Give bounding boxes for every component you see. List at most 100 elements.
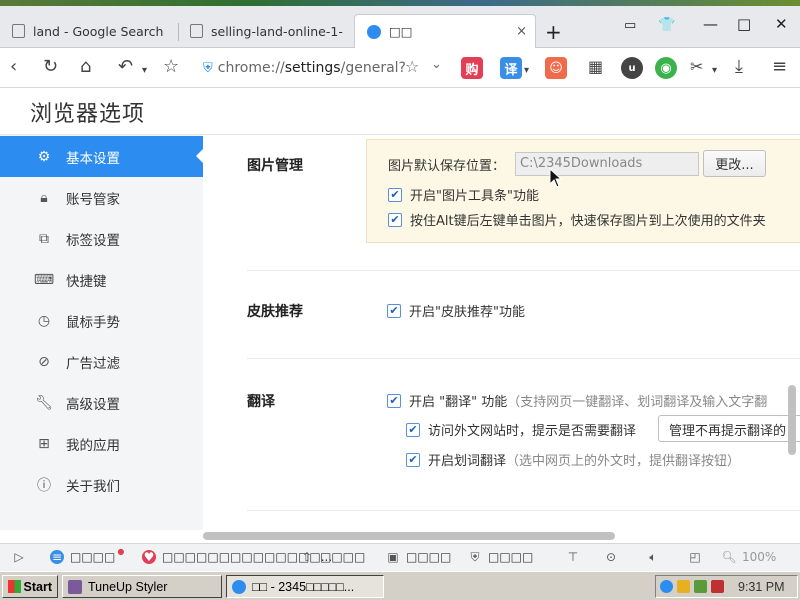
status-item[interactable]: ⛨ □□□□ xyxy=(468,549,533,565)
rocket-icon: ⇧ xyxy=(301,550,313,564)
close-tab-icon[interactable]: × xyxy=(516,24,527,39)
status-label: □□□□ xyxy=(70,550,116,564)
shield-tray-icon[interactable] xyxy=(711,580,724,593)
shirt-skin-icon[interactable]: 👕 xyxy=(658,17,675,33)
system-tray: 9:31 PM xyxy=(655,575,798,598)
sidebar-item-tabs[interactable]: ⧉ 标签设置 xyxy=(0,218,203,259)
info-icon: ⓘ xyxy=(37,477,51,494)
sidebar-item-account[interactable]: 🔒︎ 账号管家 xyxy=(0,177,203,218)
sidebar-item-mouse-gestures[interactable]: ◷ 鼠标手势 xyxy=(0,300,203,341)
manage-no-translate-button[interactable]: 管理不再提示翻译的 xyxy=(658,415,800,442)
zoom-control[interactable]: 🔍︎ 100% xyxy=(721,550,776,564)
scissors-icon[interactable]: ✂ xyxy=(690,57,703,77)
option-note: （支持网页一键翻译、划词翻译及输入文字翻 xyxy=(507,395,768,410)
start-button[interactable]: Start xyxy=(2,575,58,598)
skin-recommend-option[interactable]: ✔ 开启"皮肤推荐"功能 xyxy=(387,301,525,320)
checkbox[interactable]: ✔ xyxy=(406,452,420,467)
volume-icon[interactable]: 🔈︎ xyxy=(646,550,666,564)
horizontal-scrollbar[interactable] xyxy=(203,530,800,542)
status-item[interactable]: ≡ □□□□ ● xyxy=(50,546,125,564)
taskbar-app-tuneup[interactable]: TuneUp Styler xyxy=(62,575,222,598)
chevron-down-icon[interactable]: ⌄ xyxy=(431,57,442,72)
image-toolbar-option[interactable]: ✔ 开启"图片工具条"功能 xyxy=(388,185,539,204)
clock: 9:31 PM xyxy=(738,579,785,594)
chevron-down-icon[interactable]: ▾ xyxy=(712,61,717,81)
undo-icon[interactable]: ↶ xyxy=(118,57,133,77)
save-location-label: 图片默认保存位置： xyxy=(388,159,506,174)
mouse-icon: ◷ xyxy=(37,312,51,329)
sidebar-item-my-apps[interactable]: ⊞ 我的应用 xyxy=(0,423,203,464)
game-extension-icon[interactable]: ☺ xyxy=(545,57,567,79)
sidebar-item-ad-filter[interactable]: ⊘ 广告过滤 xyxy=(0,341,203,382)
checkbox[interactable]: ✔ xyxy=(388,212,402,227)
restore-tabs-icon[interactable]: ▭ xyxy=(624,18,636,33)
tab-google-search[interactable]: land - Google Search xyxy=(0,14,175,48)
sidebar-item-shortcuts[interactable]: ⌨ 快捷键 xyxy=(0,259,203,300)
download-icon[interactable]: ⤓ xyxy=(735,57,743,77)
sidebar-item-label: 鼠标手势 xyxy=(66,314,120,331)
status-item[interactable]: ⇧ □□□□ xyxy=(300,550,365,564)
star-icon[interactable]: ☆ xyxy=(163,57,179,77)
checkbox[interactable]: ✔ xyxy=(388,187,402,202)
reload-icon[interactable]: ↻ xyxy=(43,57,58,77)
change-path-button[interactable]: 更改... xyxy=(703,150,766,177)
apps-grid-icon[interactable]: ▦ xyxy=(588,57,603,77)
network-tray-icon[interactable] xyxy=(694,580,707,593)
sidebar-item-about[interactable]: ⓘ 关于我们 xyxy=(0,464,203,505)
window-icon[interactable]: ◰ xyxy=(688,550,708,564)
keyboard-icon: ⌨ xyxy=(33,271,55,288)
shopping-extension-icon[interactable]: 购 xyxy=(461,57,483,79)
divider xyxy=(247,270,800,271)
sidebar-toggle-icon[interactable]: ▷ xyxy=(12,550,32,564)
foreign-site-prompt-option[interactable]: ✔ 访问外文网站时，提示是否需要翻译 xyxy=(406,420,636,439)
start-label: Start xyxy=(23,579,52,594)
chevron-down-icon[interactable]: ▾ xyxy=(142,61,147,81)
sidebar-item-basic[interactable]: ⚙ 基本设置 xyxy=(0,136,204,177)
status-item[interactable]: ▣ □□□□ xyxy=(386,550,451,564)
tab-selling-land[interactable]: selling-land-online-1- xyxy=(178,14,353,48)
checkbox[interactable]: ✔ xyxy=(406,422,420,437)
minimize-button[interactable]: — xyxy=(703,15,718,33)
windows-taskbar: Start TuneUp Styler □□ - 2345□□□□□... 9:… xyxy=(0,571,800,600)
checkbox[interactable]: ✔ xyxy=(387,303,401,318)
word-translate-option[interactable]: ✔ 开启划词翻译 （选中网页上的外文时，提供翻译按钮） xyxy=(406,450,740,469)
network-icon[interactable]: ⊤ xyxy=(566,550,586,564)
ublock-icon[interactable]: u xyxy=(621,57,643,79)
vr-icon[interactable]: ⊙ xyxy=(604,550,624,564)
shield-icon: ⛨ xyxy=(203,60,213,76)
save-path-field: C:\2345Downloads xyxy=(515,152,699,176)
checkbox[interactable]: ✔ xyxy=(387,393,401,408)
eye-extension-icon[interactable]: ◉ xyxy=(655,57,677,79)
close-window-button[interactable]: ✕ xyxy=(775,15,788,33)
home-icon[interactable]: ⌂ xyxy=(80,57,91,77)
back-icon[interactable]: ‹ xyxy=(10,57,17,77)
section-title-skin: 皮肤推荐 xyxy=(247,304,303,320)
scrollbar-thumb[interactable] xyxy=(203,532,615,540)
new-tab-button[interactable]: + xyxy=(545,20,562,44)
option-label: 开启 "翻译" 功能 xyxy=(409,395,508,410)
shield-icon: ⛨ xyxy=(470,549,480,564)
sidebar-item-label: 关于我们 xyxy=(66,478,120,495)
vertical-scrollbar[interactable] xyxy=(788,385,796,455)
bookmark-star-icon[interactable]: ☆ xyxy=(405,57,419,76)
translate-extension-icon[interactable]: 译 xyxy=(500,57,522,79)
chevron-down-icon[interactable]: ▾ xyxy=(524,61,529,81)
option-label: 开启划词翻译 xyxy=(428,454,507,469)
divider xyxy=(247,358,800,359)
sidebar-item-advanced[interactable]: 🔧︎ 高级设置 xyxy=(0,382,203,423)
option-label: 访问外文网站时，提示是否需要翻译 xyxy=(428,424,637,439)
browser-tray-icon[interactable] xyxy=(660,580,673,593)
heart-icon: ♥ xyxy=(142,550,156,564)
security-tray-icon[interactable] xyxy=(677,580,690,593)
section-title-translate: 翻译 xyxy=(247,394,275,410)
notification-dot: ● xyxy=(117,546,125,556)
address-bar[interactable]: ⛨ chrome://settings/general? ☆ ⌄ xyxy=(203,54,451,82)
menu-icon[interactable]: ≡ xyxy=(772,57,787,77)
tab-settings[interactable]: □□ × xyxy=(354,14,536,48)
translate-option[interactable]: ✔ 开启 "翻译" 功能 （支持网页一键翻译、划词翻译及输入文字翻 xyxy=(387,391,767,410)
taskbar-app-browser[interactable]: □□ - 2345□□□□□... xyxy=(226,575,384,598)
alt-click-save-option[interactable]: ✔ 按住Alt键后左键单击图片，快速保存图片到上次使用的文件夹 xyxy=(388,210,766,229)
option-label: 开启"皮肤推荐"功能 xyxy=(409,305,525,320)
maximize-button[interactable]: □ xyxy=(737,15,751,33)
browser-icon xyxy=(232,579,246,594)
